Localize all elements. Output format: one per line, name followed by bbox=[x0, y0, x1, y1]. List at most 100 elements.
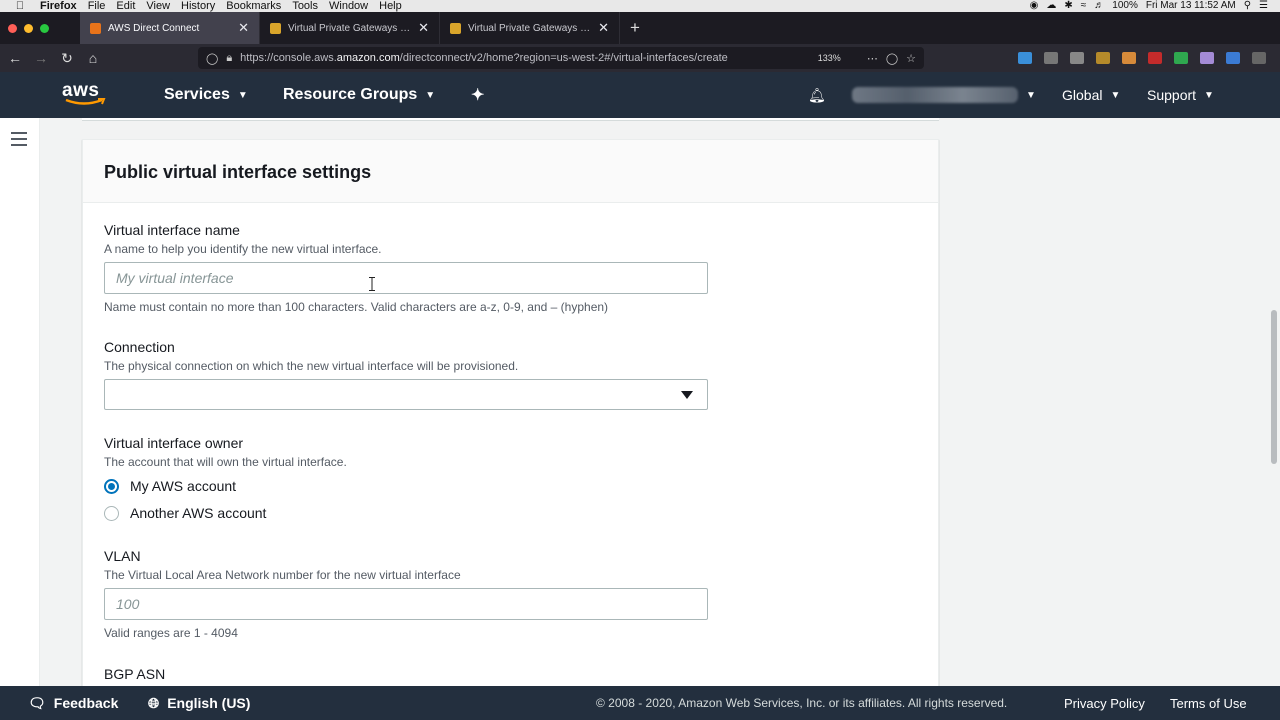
panel-header: Public virtual interface settings bbox=[83, 140, 938, 203]
screen-record-icon[interactable]: ◉ bbox=[1030, 0, 1039, 12]
menu-file[interactable]: File bbox=[88, 0, 117, 12]
scrollbar-thumb[interactable] bbox=[1271, 310, 1277, 464]
extension-icon[interactable] bbox=[1200, 52, 1214, 64]
pdf-icon[interactable] bbox=[1148, 52, 1162, 64]
page-actions-icon[interactable]: ⋯ bbox=[867, 52, 878, 65]
radio-another-aws-account[interactable]: Another AWS account bbox=[104, 505, 266, 521]
shield-icon[interactable]: ◯ bbox=[206, 52, 218, 65]
chevron-down-icon: ▼ bbox=[1110, 89, 1121, 101]
aws-console-header: aws Services ▼ Resource Groups ▼ ✦ 🔔︎ ▼ … bbox=[0, 72, 1280, 118]
connection-select[interactable] bbox=[104, 379, 708, 410]
menu-history[interactable]: History bbox=[181, 0, 226, 12]
home-icon[interactable]: ⌂ bbox=[80, 50, 106, 66]
reload-icon[interactable]: ↻ bbox=[54, 50, 80, 67]
radio-unchecked-icon[interactable] bbox=[104, 505, 119, 521]
pocket-icon[interactable]: ◯ bbox=[886, 52, 898, 65]
vif-name-input[interactable]: My virtual interface bbox=[104, 262, 708, 294]
tab-virtual-private-gateways-2[interactable]: Virtual Private Gateways | VPC ✕ bbox=[440, 12, 620, 44]
back-icon[interactable]: ← bbox=[2, 50, 28, 66]
browser-nav-toolbar: ← → ↻ ⌂ ◯ 🔒︎ https://console.aws.amazon.… bbox=[0, 44, 1280, 72]
chevron-down-icon: ▼ bbox=[1204, 89, 1214, 101]
services-menu[interactable]: Services ▼ bbox=[164, 72, 248, 118]
apple-icon[interactable]:  bbox=[0, 0, 40, 12]
menu-help[interactable]: Help bbox=[379, 0, 413, 12]
menubar-clock[interactable]: Fri Mar 13 11:52 AM bbox=[1146, 0, 1236, 12]
extension-icon[interactable] bbox=[1096, 52, 1110, 64]
tab-virtual-private-gateways[interactable]: Virtual Private Gateways | VPC ✕ bbox=[260, 12, 440, 44]
forward-icon[interactable]: → bbox=[28, 50, 54, 66]
feedback-button[interactable]: 🗨︎ Feedback bbox=[28, 686, 118, 720]
vif-name-placeholder: My virtual interface bbox=[116, 270, 234, 286]
public-vif-settings-panel: Public virtual interface settings Virtua… bbox=[82, 139, 939, 699]
resource-groups-menu[interactable]: Resource Groups ▼ bbox=[283, 72, 435, 118]
menu-tools[interactable]: Tools bbox=[292, 0, 329, 12]
vpc-favicon-icon bbox=[450, 22, 461, 34]
radio-checked-icon[interactable] bbox=[104, 478, 119, 494]
sidebar-icon[interactable] bbox=[1070, 52, 1084, 64]
hamburger-menu-icon[interactable] bbox=[11, 132, 27, 150]
lock-icon[interactable]: 🔒︎ bbox=[226, 52, 232, 65]
region-menu[interactable]: Global ▼ bbox=[1062, 72, 1120, 118]
notification-center-icon[interactable]: ☰ bbox=[1259, 0, 1268, 12]
zoom-level-badge[interactable]: 133% bbox=[818, 53, 859, 63]
globe-icon: 🌐︎ bbox=[148, 694, 160, 711]
radio-my-aws-account[interactable]: My AWS account bbox=[104, 478, 236, 494]
chevron-down-icon: ▼ bbox=[1026, 89, 1036, 101]
vlan-input[interactable]: 100 bbox=[104, 588, 708, 620]
connection-description: The physical connection on which the new… bbox=[104, 359, 519, 373]
tab-title: Virtual Private Gateways | VPC bbox=[288, 22, 411, 34]
side-navigation-collapsed bbox=[0, 118, 40, 686]
aws-favicon-icon bbox=[90, 22, 101, 34]
tab-close-icon[interactable]: ✕ bbox=[598, 20, 609, 36]
tab-aws-direct-connect[interactable]: AWS Direct Connect ✕ bbox=[80, 12, 260, 44]
wifi-icon[interactable]: ≈ bbox=[1081, 0, 1087, 12]
bgp-asn-label: BGP ASN bbox=[104, 666, 166, 682]
library-icon[interactable] bbox=[1044, 52, 1058, 64]
previous-section-edge bbox=[82, 118, 939, 121]
browser-tab-strip: AWS Direct Connect ✕ Virtual Private Gat… bbox=[0, 12, 1280, 44]
terms-of-use-link[interactable]: Terms of Use bbox=[1170, 686, 1247, 720]
vpc-favicon-icon bbox=[270, 22, 281, 34]
notifications-bell-icon[interactable]: 🔔︎ bbox=[808, 72, 826, 118]
vif-owner-label: Virtual interface owner bbox=[104, 435, 244, 451]
check-extension-icon[interactable] bbox=[1174, 52, 1188, 64]
window-controls bbox=[0, 23, 80, 33]
bluetooth-icon[interactable]: ✱ bbox=[1064, 0, 1072, 12]
close-window-button[interactable] bbox=[8, 23, 17, 33]
vif-name-description: A name to help you identify the new virt… bbox=[104, 242, 382, 256]
privacy-policy-link[interactable]: Privacy Policy bbox=[1064, 686, 1145, 720]
menu-icon[interactable] bbox=[1252, 52, 1266, 64]
extension-icon[interactable] bbox=[1226, 52, 1240, 64]
menu-bookmarks[interactable]: Bookmarks bbox=[226, 0, 292, 12]
tab-close-icon[interactable]: ✕ bbox=[418, 20, 429, 36]
pin-icon[interactable]: ✦ bbox=[471, 72, 484, 118]
menu-app-name[interactable]: Firefox bbox=[40, 0, 88, 12]
copyright-text: © 2008 - 2020, Amazon Web Services, Inc.… bbox=[596, 696, 1008, 710]
vif-owner-description: The account that will own the virtual in… bbox=[104, 455, 347, 469]
minimize-window-button[interactable] bbox=[24, 23, 33, 33]
account-menu[interactable]: ▼ bbox=[852, 72, 1036, 118]
new-tab-icon[interactable]: + bbox=[620, 18, 640, 38]
zoom-window-button[interactable] bbox=[40, 23, 49, 33]
aws-logo[interactable]: aws bbox=[62, 80, 108, 110]
chevron-down-icon: ▼ bbox=[237, 89, 248, 101]
tab-close-icon[interactable]: ✕ bbox=[238, 20, 249, 36]
aws-smile-icon bbox=[65, 98, 106, 105]
vlan-description: The Virtual Local Area Network number fo… bbox=[104, 568, 461, 582]
menu-window[interactable]: Window bbox=[329, 0, 379, 12]
extension-icon[interactable] bbox=[1122, 52, 1136, 64]
menu-view[interactable]: View bbox=[146, 0, 181, 12]
support-menu[interactable]: Support ▼ bbox=[1147, 72, 1214, 118]
download-icon[interactable] bbox=[1018, 52, 1032, 64]
cloud-icon[interactable]: ☁ bbox=[1046, 0, 1056, 12]
vlan-constraint: Valid ranges are 1 - 4094 bbox=[104, 626, 238, 640]
battery-percent[interactable]: 100% bbox=[1112, 0, 1138, 12]
bookmark-star-icon[interactable]: ☆ bbox=[906, 52, 916, 65]
speech-bubble-icon: 🗨︎ bbox=[28, 694, 46, 711]
spotlight-search-icon[interactable]: ⚲ bbox=[1244, 0, 1251, 12]
volume-icon[interactable]: ♬ bbox=[1094, 0, 1104, 12]
url-bar[interactable]: ◯ 🔒︎ https://console.aws.amazon.com/dire… bbox=[198, 47, 924, 69]
radio-label: My AWS account bbox=[130, 478, 237, 494]
language-selector[interactable]: 🌐︎ English (US) bbox=[148, 686, 250, 720]
menu-edit[interactable]: Edit bbox=[116, 0, 146, 12]
